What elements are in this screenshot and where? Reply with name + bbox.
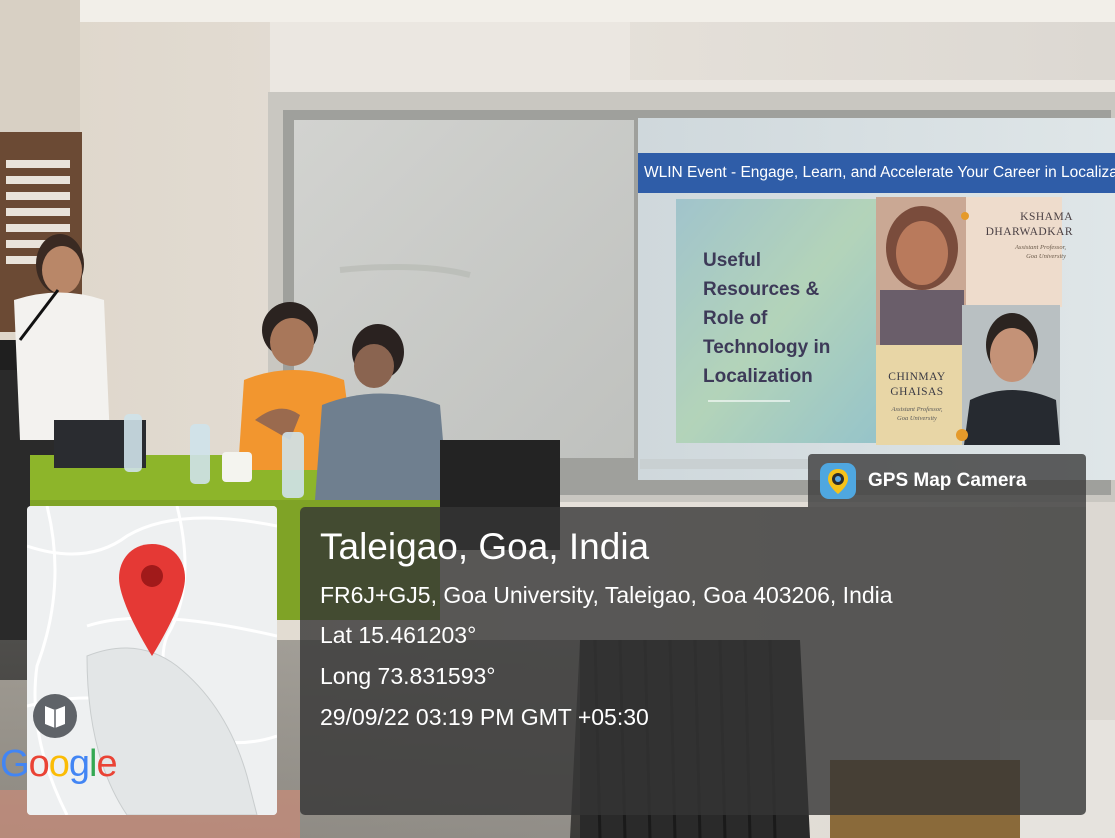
timestamp: 29/09/22 03:19 PM GMT +05:30 bbox=[320, 704, 649, 730]
speaker2-role: Assistant Professor, Goa University bbox=[876, 405, 958, 423]
slide-title-line: Useful bbox=[703, 250, 762, 271]
latitude: Lat 15.461203° bbox=[320, 622, 477, 648]
google-logo-letter: G bbox=[0, 743, 30, 785]
speaker2-role-line: Goa University bbox=[897, 415, 937, 422]
google-logo-letter: e bbox=[96, 743, 117, 785]
slide-title-line: Technology in bbox=[703, 337, 831, 358]
google-logo: Google bbox=[0, 743, 200, 786]
speaker1-role-line: Goa University bbox=[1026, 253, 1066, 260]
speaker1-role-line: Assistant Professor, bbox=[1014, 244, 1066, 251]
speaker1-name-line: DHARWADKAR bbox=[985, 226, 1073, 238]
google-logo-letter: o bbox=[48, 743, 70, 785]
place-name: Taleigao, Goa, India bbox=[320, 526, 650, 567]
address: FR6J+GJ5, Goa University, Taleigao, Goa … bbox=[320, 582, 893, 608]
slide-title-line: Localization bbox=[703, 366, 813, 387]
slide-title-line: Resources & bbox=[703, 279, 820, 300]
slide-title-line: Role of bbox=[703, 308, 768, 329]
speaker1-role: Assistant Professor, Goa University bbox=[968, 243, 1066, 261]
speaker2-name-line: GHAISAS bbox=[890, 386, 944, 398]
speaker1-name-line: KSHAMA bbox=[1020, 211, 1073, 223]
longitude: Long 73.831593° bbox=[320, 663, 496, 689]
location-pin-center bbox=[141, 565, 163, 587]
gps-app-badge: GPS Map Camera bbox=[808, 454, 1086, 507]
gps-info-panel: Taleigao, Goa, India FR6J+GJ5, Goa Unive… bbox=[300, 507, 1086, 815]
google-logo-letter: g bbox=[68, 743, 90, 785]
slide-header: WLIN Event - Engage, Learn, and Accelera… bbox=[644, 164, 1115, 181]
speaker2-name-line: CHINMAY bbox=[888, 371, 946, 383]
speaker1-name: KSHAMA DHARWADKAR bbox=[968, 210, 1073, 240]
speaker2-role-line: Assistant Professor, bbox=[891, 406, 943, 413]
slide-title: Useful Resources & Role of Technology in… bbox=[703, 246, 903, 391]
gps-camera-logo-icon bbox=[820, 462, 856, 499]
speaker2-name: CHINMAY GHAISAS bbox=[876, 370, 958, 400]
gps-app-name: GPS Map Camera bbox=[868, 469, 1027, 491]
google-logo-letter: o bbox=[28, 743, 50, 785]
